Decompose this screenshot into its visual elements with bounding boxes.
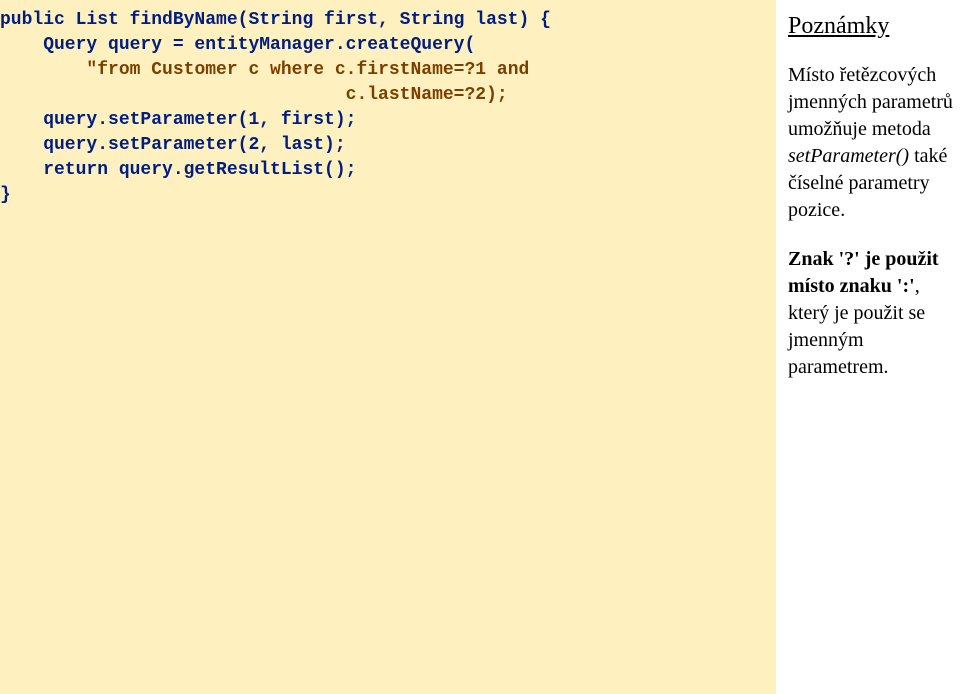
code-block: public List findByName(String first, Str… bbox=[0, 0, 776, 694]
code-line-8: } bbox=[0, 185, 11, 205]
notes-paragraph-1: Místo řetězcových jmenných parametrů umo… bbox=[788, 62, 954, 224]
code-line-6: query.setParameter(2, last); bbox=[0, 135, 346, 155]
notes-title: Poznámky bbox=[788, 10, 954, 42]
code-line-1: public List findByName(String first, Str… bbox=[0, 10, 551, 30]
notes-p2-strong-c: ':' bbox=[897, 275, 915, 297]
notes-p2-strong-a: Znak bbox=[788, 248, 839, 270]
code-line-2a: Query query = entityManager.createQuery( bbox=[0, 35, 475, 55]
code-line-5: query.setParameter(1, first); bbox=[0, 110, 356, 130]
code-line-3-string: "from Customer c where c.firstName=?1 an… bbox=[86, 60, 529, 80]
notes-p1-text-a: Místo řetězcových jmenných parametrů umo… bbox=[788, 64, 953, 140]
code-line-4: c.lastName=?2); bbox=[0, 85, 508, 105]
notes-paragraph-2: Znak '?' je použit místo znaku ':', kter… bbox=[788, 246, 954, 381]
page-root: public List findByName(String first, Str… bbox=[0, 0, 960, 694]
code-line-7: return query.getResultList(); bbox=[0, 160, 356, 180]
notes-column: Poznámky Místo řetězcových jmenných para… bbox=[776, 0, 960, 694]
code-line-3-indent bbox=[0, 60, 86, 80]
notes-p2-strong-q: '?' bbox=[839, 248, 860, 270]
notes-p1-em: setParameter() bbox=[788, 145, 909, 167]
